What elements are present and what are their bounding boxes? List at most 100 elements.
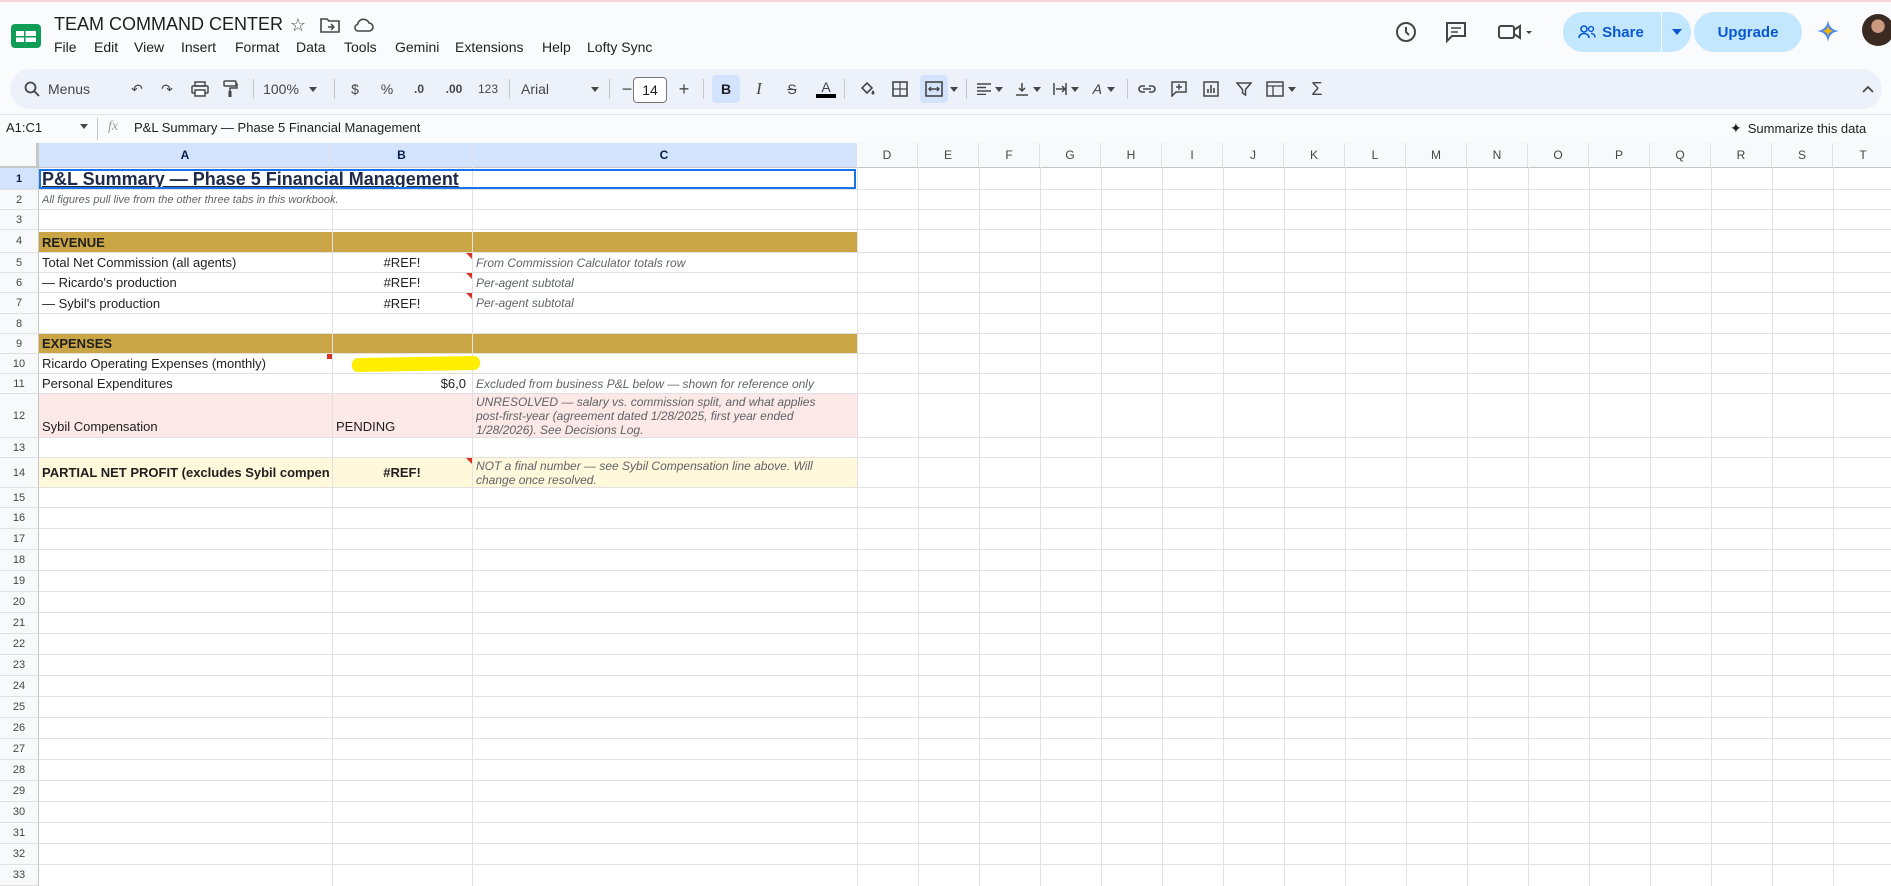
row-header-31[interactable]: 31 bbox=[0, 823, 39, 844]
functions-icon[interactable]: Σ bbox=[1304, 69, 1330, 109]
user-avatar[interactable] bbox=[1862, 14, 1891, 46]
row-header-21[interactable]: 21 bbox=[0, 613, 39, 634]
column-header-p[interactable]: P bbox=[1589, 143, 1650, 167]
borders-icon[interactable] bbox=[887, 69, 913, 109]
chevron-down-icon[interactable] bbox=[80, 124, 88, 129]
formula-input[interactable]: P&L Summary — Phase 5 Financial Manageme… bbox=[134, 120, 420, 135]
column-header-c[interactable]: C bbox=[472, 143, 857, 167]
horizontal-align-icon[interactable] bbox=[972, 69, 1008, 109]
row-header-27[interactable]: 27 bbox=[0, 739, 39, 760]
menu-format[interactable]: Format bbox=[235, 39, 279, 55]
column-header-a[interactable]: A bbox=[39, 143, 332, 167]
cell-a9-expenses-heading[interactable]: EXPENSES bbox=[42, 333, 322, 353]
menu-view[interactable]: View bbox=[134, 39, 164, 55]
row-header-10[interactable]: 10 bbox=[0, 354, 39, 374]
strikethrough-icon[interactable]: S bbox=[779, 69, 805, 109]
row-header-8[interactable]: 8 bbox=[0, 314, 39, 334]
merge-cells-icon[interactable] bbox=[920, 75, 948, 103]
filter-views-icon[interactable] bbox=[1263, 69, 1299, 109]
text-color-icon[interactable]: A bbox=[813, 69, 839, 109]
menu-gemini[interactable]: Gemini bbox=[395, 39, 439, 55]
select-all-corner[interactable] bbox=[0, 143, 39, 167]
print-icon[interactable] bbox=[188, 69, 212, 109]
row-header-15[interactable]: 15 bbox=[0, 488, 39, 508]
increase-font-size-icon[interactable]: + bbox=[672, 69, 696, 109]
column-header-i[interactable]: I bbox=[1162, 143, 1223, 167]
currency-format-button[interactable]: $ bbox=[343, 69, 367, 109]
row-header-17[interactable]: 17 bbox=[0, 529, 39, 550]
name-box[interactable]: A1:C1 bbox=[6, 120, 42, 135]
column-header-e[interactable]: E bbox=[918, 143, 979, 167]
paint-format-icon[interactable] bbox=[218, 69, 242, 109]
row-header-22[interactable]: 22 bbox=[0, 634, 39, 655]
font-family-select[interactable]: Arial bbox=[517, 69, 603, 109]
row-header-32[interactable]: 32 bbox=[0, 844, 39, 865]
row-header-13[interactable]: 13 bbox=[0, 438, 39, 458]
menu-insert[interactable]: Insert bbox=[181, 39, 216, 55]
column-header-b[interactable]: B bbox=[332, 143, 472, 167]
row-header-24[interactable]: 24 bbox=[0, 676, 39, 697]
row-header-19[interactable]: 19 bbox=[0, 571, 39, 592]
insert-link-icon[interactable] bbox=[1134, 69, 1160, 109]
column-header-m[interactable]: M bbox=[1406, 143, 1467, 167]
bold-icon[interactable]: B bbox=[712, 75, 740, 103]
version-history-icon[interactable] bbox=[1392, 18, 1420, 46]
row-header-23[interactable]: 23 bbox=[0, 655, 39, 676]
row-header-18[interactable]: 18 bbox=[0, 550, 39, 571]
row-header-20[interactable]: 20 bbox=[0, 592, 39, 613]
row-header-28[interactable]: 28 bbox=[0, 760, 39, 781]
spreadsheet-grid[interactable]: A B C D E F G H I J K L M N O P Q R S T bbox=[0, 143, 1891, 886]
cell-c6[interactable]: Per-agent subtotal bbox=[476, 273, 854, 292]
row-header-11[interactable]: 11 bbox=[0, 374, 39, 394]
merge-cells-dropdown[interactable] bbox=[948, 69, 960, 109]
column-header-q[interactable]: Q bbox=[1650, 143, 1711, 167]
cell-b14[interactable]: #REF! bbox=[332, 458, 472, 487]
cell-c14[interactable]: NOT a final number — see Sybil Compensat… bbox=[476, 459, 836, 487]
cell-c12[interactable]: UNRESOLVED — salary vs. commission split… bbox=[476, 395, 822, 437]
row-header-12[interactable]: 12 bbox=[0, 394, 39, 438]
menu-help[interactable]: Help bbox=[542, 39, 571, 55]
meet-video-icon[interactable] bbox=[1496, 18, 1536, 46]
row-header-14[interactable]: 14 bbox=[0, 458, 39, 488]
row-header-6[interactable]: 6 bbox=[0, 273, 39, 293]
cloud-status-icon[interactable] bbox=[352, 17, 374, 33]
column-header-k[interactable]: K bbox=[1284, 143, 1345, 167]
column-header-d[interactable]: D bbox=[857, 143, 918, 167]
share-button[interactable]: Share bbox=[1563, 12, 1659, 52]
column-header-s[interactable]: S bbox=[1772, 143, 1833, 167]
menu-file[interactable]: File bbox=[54, 39, 77, 55]
cell-c7[interactable]: Per-agent subtotal bbox=[476, 293, 854, 313]
row-header-4[interactable]: 4 bbox=[0, 230, 39, 253]
column-header-l[interactable]: L bbox=[1345, 143, 1406, 167]
row-header-7[interactable]: 7 bbox=[0, 293, 39, 314]
comments-icon[interactable] bbox=[1442, 18, 1470, 46]
menu-tools[interactable]: Tools bbox=[344, 39, 377, 55]
menu-data[interactable]: Data bbox=[296, 39, 326, 55]
row-header-9[interactable]: 9 bbox=[0, 334, 39, 354]
decrease-decimal-button[interactable]: .0 bbox=[405, 69, 433, 109]
cell-a4-revenue-heading[interactable]: REVENUE bbox=[42, 232, 322, 252]
cell-c5[interactable]: From Commission Calculator totals row bbox=[476, 253, 854, 272]
sheets-logo-icon[interactable] bbox=[10, 22, 42, 50]
cell-a12[interactable]: Sybil Compensation bbox=[42, 416, 330, 436]
column-header-t[interactable]: T bbox=[1833, 143, 1891, 167]
redo-icon[interactable]: ↷ bbox=[155, 69, 179, 109]
cell-b11[interactable]: $6,0 bbox=[332, 374, 466, 393]
insert-comment-icon[interactable] bbox=[1166, 69, 1192, 109]
document-title[interactable]: TEAM COMMAND CENTER bbox=[54, 14, 283, 35]
menu-extensions[interactable]: Extensions bbox=[455, 39, 523, 55]
collapse-toolbar-icon[interactable] bbox=[1858, 69, 1878, 109]
row-header-3[interactable]: 3 bbox=[0, 210, 39, 230]
row-header-25[interactable]: 25 bbox=[0, 697, 39, 718]
summarize-button[interactable]: ✦ Summarize this data bbox=[1730, 117, 1891, 139]
column-header-r[interactable]: R bbox=[1711, 143, 1772, 167]
move-to-folder-icon[interactable] bbox=[320, 17, 340, 33]
row-header-5[interactable]: 5 bbox=[0, 253, 39, 273]
search-menus[interactable]: Menus bbox=[24, 69, 104, 109]
text-rotation-icon[interactable]: A bbox=[1086, 69, 1122, 109]
increase-decimal-button[interactable]: .00 bbox=[438, 69, 470, 109]
font-size-input[interactable]: 14 bbox=[633, 77, 667, 103]
cell-a5[interactable]: Total Net Commission (all agents) bbox=[42, 253, 330, 272]
undo-icon[interactable]: ↶ bbox=[125, 69, 149, 109]
row-header-29[interactable]: 29 bbox=[0, 781, 39, 802]
